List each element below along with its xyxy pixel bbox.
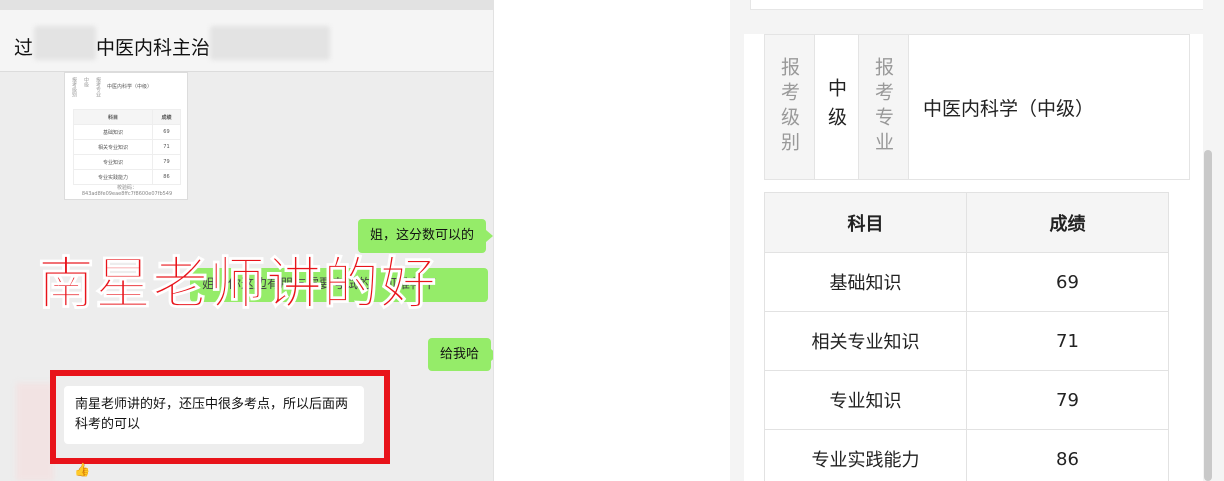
highlight-box <box>50 370 390 464</box>
table-row: 基础知识 69 <box>764 252 1169 312</box>
thumbnail-header: 报考级别 中级 报考专业 中医内科学（中级） <box>71 77 183 105</box>
blank-gap <box>495 0 730 481</box>
score-table-header: 科目 成绩 <box>764 192 1169 253</box>
header-score: 成绩 <box>966 192 1169 253</box>
thumbnail-subject: 相关专业知识 <box>73 139 153 155</box>
chat-title: 中医内科主治 <box>96 37 211 59</box>
thumbnail-score: 71 <box>151 139 182 155</box>
score-cell: 71 <box>966 311 1169 371</box>
thumbnail-label-major: 报考专业 <box>95 77 101 97</box>
thumbnail-verify-code: 校验码： 843ad8fe09eae8ffc7f8600e07fb549 <box>65 185 189 197</box>
exam-major: 中医内科学（中级） <box>923 97 1095 120</box>
label-exam-major: 报考专业 <box>859 35 909 179</box>
thumbnail-level: 中级 <box>83 77 89 87</box>
chat-panel: 过 中医内科主治 报考级别 中级 报考专业 中医内科学（中级） 科目 成绩 基础… <box>0 0 494 481</box>
score-cell: 79 <box>966 370 1169 430</box>
score-table: 科目 成绩 基础知识 69 相关专业知识 71 专业知识 79 专业实践能力 8… <box>764 192 1169 481</box>
red-caption-overlay: 南星老师讲的好 <box>38 252 437 317</box>
table-row: 专业知识 79 <box>764 370 1169 430</box>
chat-title-prefix: 过 <box>14 37 34 59</box>
subject-cell: 专业实践能力 <box>764 429 967 481</box>
thumbnail-score-table: 科目 成绩 基础知识 69 相关专业知识 71 专业知识 79 专业实践能力 8… <box>73 109 182 185</box>
subject-cell: 相关专业知识 <box>764 311 967 371</box>
thumbnail-header-row: 科目 成绩 <box>73 109 182 125</box>
table-row: 专业实践能力 86 <box>764 429 1169 481</box>
blurred-name <box>34 26 96 60</box>
thumbnail-code-value: 843ad8fe09eae8ffc7f8600e07fb549 <box>81 191 173 197</box>
thumbnail-subject: 专业知识 <box>73 154 153 170</box>
thumbnail-row: 基础知识 69 <box>73 124 182 140</box>
avatar[interactable] <box>16 383 54 481</box>
thumbnail-row: 专业实践能力 86 <box>73 169 182 185</box>
message-bubble-sent[interactable]: 给我哈 <box>428 338 493 371</box>
chat-header: 过 中医内科主治 <box>0 10 493 72</box>
subject-cell: 专业知识 <box>764 370 967 430</box>
label-exam-level: 报考级别 <box>765 35 815 179</box>
exam-info-row: 报考级别 中级 报考专业 中医内科学（中级） <box>764 34 1190 180</box>
scrollbar-thumb[interactable] <box>1204 150 1212 481</box>
message-bubble-sent[interactable]: 姐，这分数可以的 <box>358 219 493 253</box>
score-cell: 69 <box>966 252 1169 312</box>
thumbnail-score: 86 <box>151 169 182 185</box>
thumbnail-major: 中医内科学（中级） <box>107 84 153 90</box>
thumbnail-score: 69 <box>151 124 182 140</box>
thumbnail-header-subject: 科目 <box>73 109 153 125</box>
table-row: 相关专业知识 71 <box>764 311 1169 371</box>
thumbnail-subject: 基础知识 <box>73 124 153 140</box>
thumbs-up-icon: 👍 <box>74 463 91 478</box>
exam-level: 中级 <box>815 35 859 179</box>
thumbnail-header-score: 成绩 <box>151 109 182 125</box>
thumbnail-score: 79 <box>151 154 182 170</box>
score-cell: 86 <box>966 429 1169 481</box>
header-subject: 科目 <box>764 192 967 253</box>
chat-top-strip <box>0 0 493 10</box>
thumbnail-row: 相关专业知识 71 <box>73 139 182 155</box>
thumbnail-row: 专业知识 79 <box>73 154 182 170</box>
score-card-thumbnail[interactable]: 报考级别 中级 报考专业 中医内科学（中级） 科目 成绩 基础知识 69 相关专… <box>64 72 188 200</box>
top-card-edge <box>750 0 1208 10</box>
thumbnail-subject: 专业实践能力 <box>73 169 153 185</box>
subject-cell: 基础知识 <box>764 252 967 312</box>
blurred-title-suffix <box>210 26 330 60</box>
thumbnail-label-level: 报考级别 <box>71 77 77 97</box>
